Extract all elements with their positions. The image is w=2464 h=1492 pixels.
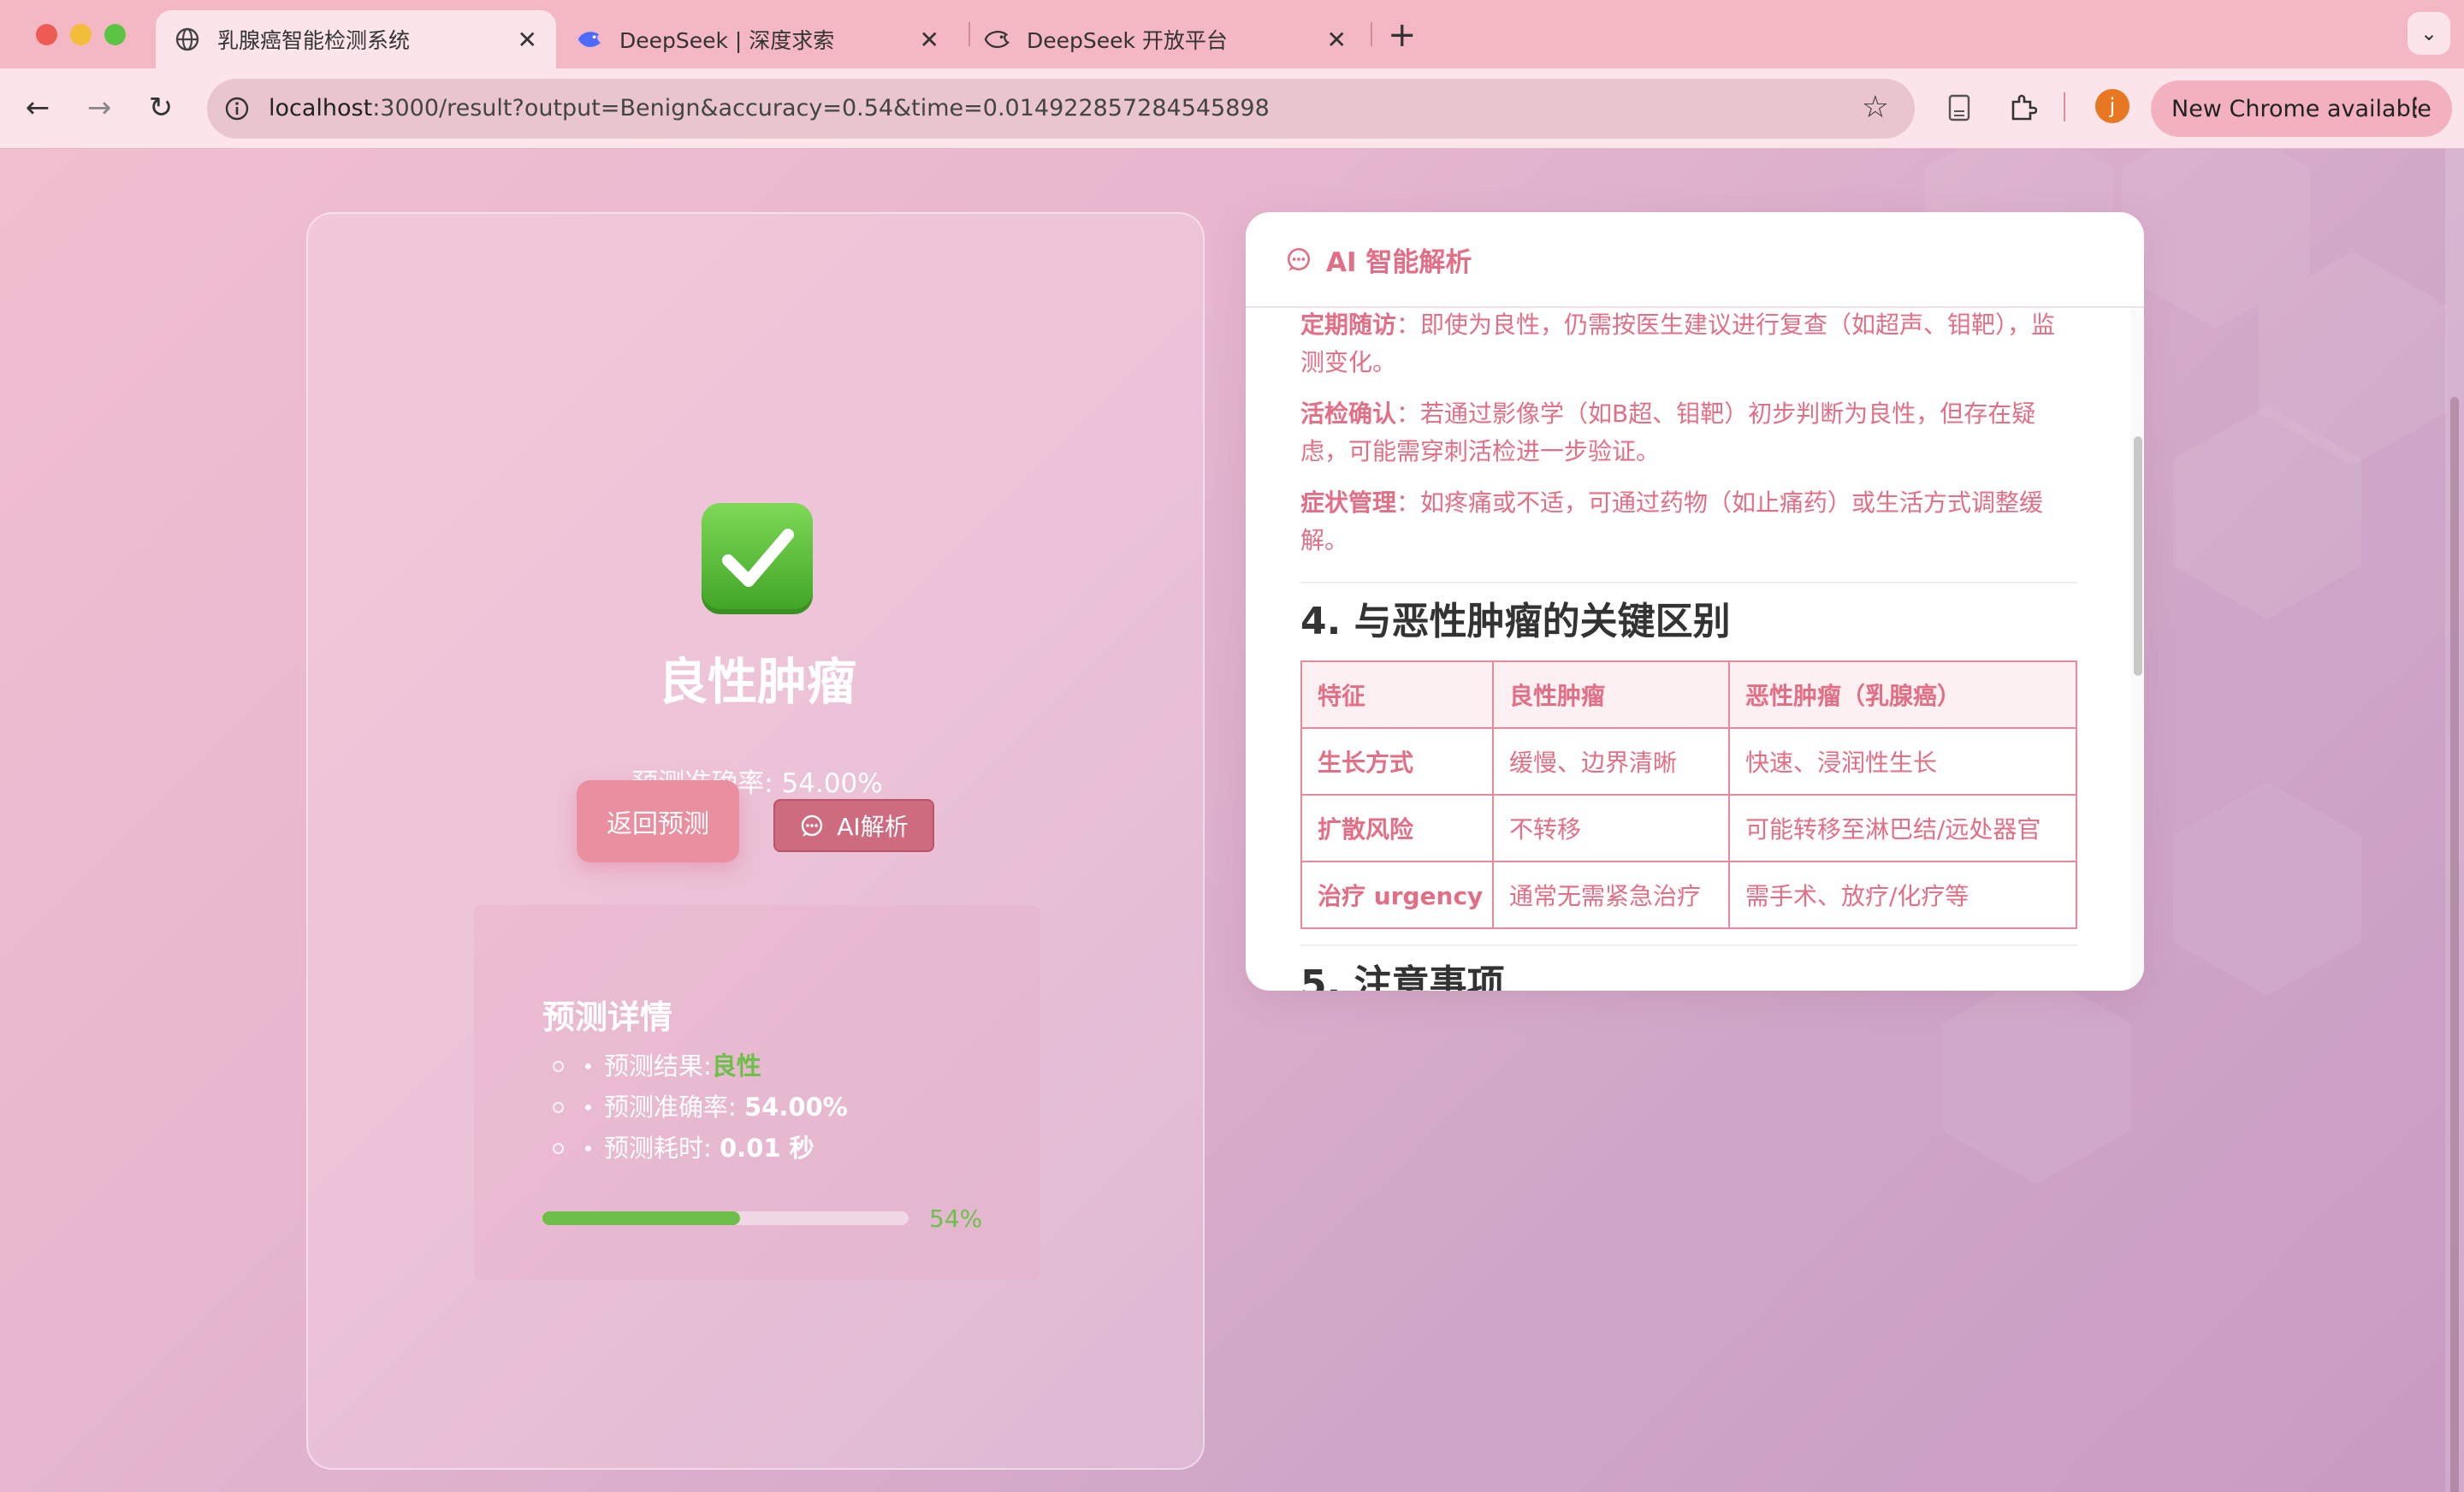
accuracy-progress-bar [542, 1211, 909, 1225]
back-arrow-icon[interactable]: ← [17, 87, 58, 128]
details-heading: 预测详情 [542, 998, 673, 1036]
minimize-window-button[interactable] [70, 24, 92, 45]
more-menu-icon[interactable]: ⋮ [2402, 92, 2428, 122]
ai-panel-body[interactable]: 定期随访：即使为良性，仍需按医生建议进行复查（如超声、钼靶），监测变化。 活检确… [1246, 310, 2144, 991]
ai-button-label: AI解析 [837, 813, 909, 841]
new-chrome-available-button[interactable]: New Chrome available ⋮ [2151, 80, 2452, 137]
prediction-details: 预测详情 预测结果:良性 预测准确率: 54.00% 预测耗时: 0.01 秒 … [474, 905, 1040, 1280]
time-value: 0.01 秒 [720, 1134, 814, 1163]
globe-icon [175, 27, 200, 52]
close-tab-icon[interactable]: ✕ [920, 26, 939, 54]
maximize-window-button[interactable] [104, 24, 126, 45]
extensions-puzzle-icon[interactable] [2005, 91, 2040, 125]
analysis-paragraph: 症状管理：如疼痛或不适，可通过药物（如止痛药）或生活方式调整缓解。 [1300, 488, 2044, 554]
table-cell: 生长方式 [1300, 727, 1494, 796]
analysis-paragraph: 定期随访：即使为良性，仍需按医生建议进行复查（如超声、钼靶），监测变化。 [1300, 311, 2056, 376]
reload-icon[interactable]: ↻ [140, 87, 181, 128]
table-cell: 通常无需紧急治疗 [1492, 861, 1730, 929]
ai-analysis-button[interactable]: AI解析 [773, 799, 934, 852]
browser-toolbar: ← → ↻ localhost:3000/result?output=Benig… [0, 68, 2464, 149]
progress-percent: 54% [929, 1205, 983, 1233]
tab-deepseek-platform[interactable]: DeepSeek 开放平台 ✕ [965, 10, 1365, 68]
chat-bubble-icon [1287, 247, 1311, 271]
tab-divider [1371, 22, 1372, 46]
tab-title: DeepSeek 开放平台 [1027, 28, 1228, 53]
ai-panel-header: AI 智能解析 [1246, 212, 2144, 308]
table-cell: 治疗 urgency [1300, 861, 1494, 929]
ai-analysis-panel: AI 智能解析 定期随访：即使为良性，仍需按医生建议进行复查（如超声、钼靶），监… [1246, 212, 2144, 991]
table-header-cell: 恶性肿瘤（乳腺癌） [1728, 660, 2077, 729]
list-item: 预测结果:良性 [542, 1045, 848, 1086]
tab-breast-cancer-system[interactable]: 乳腺癌智能检测系统 ✕ [156, 10, 556, 68]
table-cell: 快速、浸润性生长 [1728, 727, 2077, 796]
tab-search-chevron-icon[interactable]: ⌄ [2408, 12, 2450, 55]
section-heading: 5. 注意事项 [1300, 962, 1505, 991]
tab-title: DeepSeek | 深度求索 [619, 28, 835, 53]
result-card: 良性肿瘤 预测准确率: 54.00% 返回预测 AI解析 预测详情 预测结果:良… [306, 212, 1205, 1470]
close-tab-icon[interactable]: ✕ [518, 26, 537, 54]
update-label: New Chrome available [2171, 95, 2431, 122]
table-header-row: 特征 良性肿瘤 恶性肿瘤（乳腺癌） [1300, 660, 2077, 729]
analysis-paragraph: 活检确认：若通过影像学（如B超、钼靶）初步判断为良性，但存在疑虑，可能需穿刺活检… [1300, 400, 2036, 465]
address-bar[interactable]: localhost:3000/result?output=Benign&accu… [207, 79, 1915, 139]
tab-title: 乳腺癌智能检测系统 [217, 28, 411, 53]
section-divider [1300, 944, 2077, 946]
progress-fill [542, 1211, 741, 1225]
ai-panel-title: AI 智能解析 [1326, 246, 1472, 278]
chat-bubble-icon [802, 814, 823, 837]
deepseek-whale-icon [984, 27, 1010, 52]
forward-arrow-icon[interactable]: → [79, 87, 120, 128]
page-content: 良性肿瘤 预测准确率: 54.00% 返回预测 AI解析 预测详情 预测结果:良… [0, 149, 2464, 1492]
result-value: 良性 [711, 1051, 761, 1081]
close-window-button[interactable] [36, 24, 57, 45]
list-item: 预测准确率: 54.00% [542, 1086, 848, 1128]
details-list: 预测结果:良性 预测准确率: 54.00% 预测耗时: 0.01 秒 [542, 1045, 848, 1169]
table-cell: 扩散风险 [1300, 794, 1494, 862]
result-title: 良性肿瘤 [657, 653, 856, 711]
section-heading: 4. 与恶性肿瘤的关键区别 [1300, 600, 1731, 643]
section-divider [1300, 582, 2077, 583]
toolbar-divider [2064, 92, 2065, 121]
bookmark-star-icon[interactable]: ☆ [1862, 90, 1889, 125]
page-scrollbar-thumb[interactable] [2450, 397, 2459, 1492]
table-row: 生长方式 缓慢、边界清晰 快速、浸润性生长 [1300, 727, 2077, 796]
table-cell: 不转移 [1492, 794, 1730, 862]
table-row: 扩散风险 不转移 可能转移至淋巴结/远处器官 [1300, 794, 2077, 862]
deepseek-whale-icon [577, 27, 602, 52]
check-mark-icon [702, 503, 813, 614]
table-cell: 需手术、放疗/化疗等 [1728, 861, 2077, 929]
reading-list-icon[interactable] [1942, 91, 1976, 125]
back-to-predict-button[interactable]: 返回预测 [577, 780, 739, 862]
background-hexagon [2173, 782, 2361, 996]
close-tab-icon[interactable]: ✕ [1327, 26, 1347, 54]
comparison-table: 特征 良性肿瘤 恶性肿瘤（乳腺癌） 生长方式 缓慢、边界清晰 快速、浸润性生长 … [1300, 660, 2077, 929]
table-row: 治疗 urgency 通常无需紧急治疗 需手术、放疗/化疗等 [1300, 861, 2077, 929]
panel-scrollbar-thumb[interactable] [2134, 436, 2142, 676]
accuracy-value: 54.00% [744, 1092, 848, 1122]
site-info-icon[interactable] [219, 91, 255, 127]
profile-avatar[interactable]: j [2095, 89, 2129, 123]
url-text: localhost:3000/result?output=Benign&accu… [269, 95, 1270, 121]
table-header-cell: 特征 [1300, 660, 1494, 729]
background-hexagon [1942, 970, 2130, 1184]
table-cell: 可能转移至淋巴结/远处器官 [1728, 794, 2077, 862]
new-tab-icon[interactable]: + [1388, 15, 1417, 55]
tab-deepseek[interactable]: DeepSeek | 深度求索 ✕ [558, 10, 958, 68]
result-accuracy: 预测准确率: 54.00% [631, 768, 883, 799]
tab-bar: 乳腺癌智能检测系统 ✕ DeepSeek | 深度求索 ✕ DeepSeek 开… [0, 0, 2464, 68]
table-cell: 缓慢、边界清晰 [1492, 727, 1730, 796]
table-header-cell: 良性肿瘤 [1492, 660, 1730, 729]
list-item: 预测耗时: 0.01 秒 [542, 1128, 848, 1169]
